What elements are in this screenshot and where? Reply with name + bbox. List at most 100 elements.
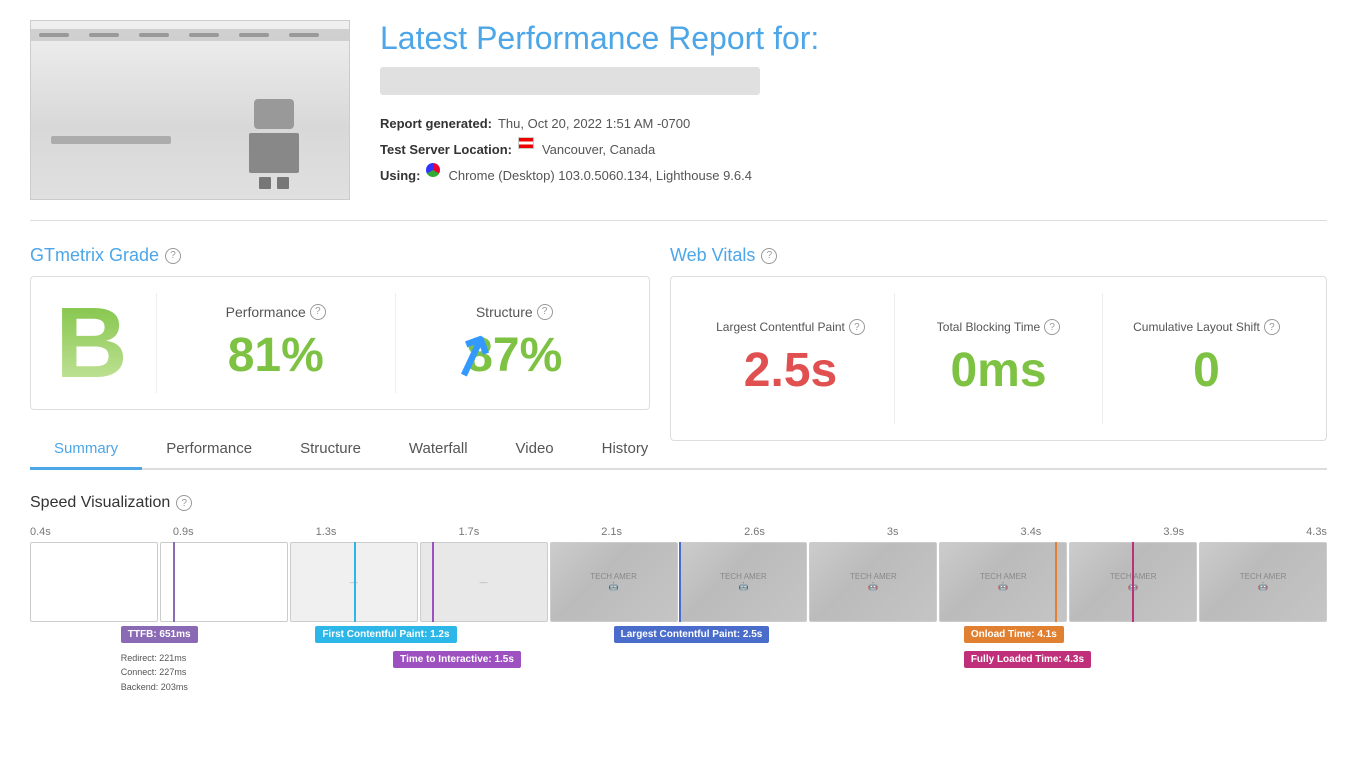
redirect-info: Redirect: 221ms <box>121 651 188 665</box>
tl-6: 3s <box>887 526 899 538</box>
structure-metric: Structure ? 87% <box>395 293 634 393</box>
canada-flag-icon <box>518 137 534 149</box>
site-screenshot <box>30 20 350 200</box>
ttfb-vline <box>173 542 175 622</box>
cls-vital: Cumulative Layout Shift ? 0 <box>1102 293 1310 424</box>
grades-section: GTmetrix Grade ? B Performance ? 81% <box>30 245 1327 410</box>
gtmetrix-grade-help-icon[interactable]: ? <box>165 248 181 264</box>
web-vitals-label: Web Vitals <box>670 245 755 266</box>
speed-viz-help-icon[interactable]: ? <box>176 495 192 511</box>
server-location-label: Test Server Location: <box>380 137 512 163</box>
chrome-icon <box>426 163 440 177</box>
meta-row-generated: Report generated: Thu, Oct 20, 2022 1:51… <box>380 111 1327 137</box>
vitals-card: Largest Contentful Paint ? 2.5s Total Bl… <box>670 276 1327 441</box>
gtmetrix-grade-box: GTmetrix Grade ? B Performance ? 81% <box>30 245 650 410</box>
tl-3: 1.7s <box>458 526 479 538</box>
tab-history[interactable]: History <box>578 430 673 470</box>
tbt-value: 0ms <box>950 343 1046 398</box>
meta-row-using: Using: Chrome (Desktop) 103.0.5060.134, … <box>380 163 1327 189</box>
header-info: Latest Performance Report for: Report ge… <box>380 20 1327 189</box>
tab-waterfall[interactable]: Waterfall <box>385 430 492 470</box>
tab-structure[interactable]: Structure <box>276 430 385 470</box>
grade-metrics: Performance ? 81% Structure ? 87% <box>157 293 633 393</box>
lcp-vital: Largest Contentful Paint ? 2.5s <box>687 293 894 424</box>
fcp-vline <box>354 542 356 622</box>
structure-help-icon[interactable]: ? <box>537 304 553 320</box>
fully-loaded-bar: Fully Loaded Time: 4.3s <box>964 651 1091 668</box>
tl-2: 1.3s <box>316 526 337 538</box>
using-value: Chrome (Desktop) 103.0.5060.134, Lightho… <box>448 163 752 189</box>
onload-vline <box>1055 542 1057 622</box>
tl-9: 4.3s <box>1306 526 1327 538</box>
performance-metric: Performance ? 81% <box>157 293 395 393</box>
page-wrapper: Latest Performance Report for: Report ge… <box>0 0 1357 726</box>
tbt-label: Total Blocking Time ? <box>937 319 1060 335</box>
fully-vline <box>1132 542 1134 622</box>
grade-letter: B <box>55 293 127 393</box>
cls-help-icon[interactable]: ? <box>1264 319 1280 335</box>
frames-and-markers: — — TECH AMER🤖 TECH AMER🤖 TECH AMER🤖 TE <box>30 542 1327 622</box>
lcp-label: Largest Contentful Paint ? <box>716 319 865 335</box>
web-vitals-help-icon[interactable]: ? <box>761 248 777 264</box>
tti-bar: Time to Interactive: 1.5s <box>393 651 521 668</box>
lcp-bar: Largest Contentful Paint: 2.5s <box>614 626 770 643</box>
tab-video[interactable]: Video <box>492 430 578 470</box>
lcp-value: 2.5s <box>744 343 837 398</box>
performance-label: Performance ? <box>226 304 326 320</box>
report-url <box>380 67 760 95</box>
performance-value: 81% <box>228 328 324 383</box>
connect-info: Connect: 227ms <box>121 665 188 679</box>
tabs-section: Summary Performance Structure Waterfall … <box>30 430 1327 470</box>
milestone-bars: TTFB: 651ms Redirect: 221ms Connect: 227… <box>30 626 1327 706</box>
speed-viz-title: Speed Visualization ? <box>30 494 1327 512</box>
tl-8: 3.9s <box>1163 526 1184 538</box>
tbt-help-icon[interactable]: ? <box>1044 319 1060 335</box>
server-location-value: Vancouver, Canada <box>542 137 655 163</box>
web-vitals-title: Web Vitals ? <box>670 245 1327 266</box>
ttfb-bar: TTFB: 651ms <box>121 626 198 643</box>
ttfb-sub-info: Redirect: 221ms Connect: 227ms Backend: … <box>121 651 188 694</box>
gtmetrix-grade-title: GTmetrix Grade ? <box>30 245 650 266</box>
tl-5: 2.6s <box>744 526 765 538</box>
frame-1 <box>30 542 158 622</box>
frame-6: TECH AMER🤖 <box>680 542 808 622</box>
report-title: Latest Performance Report for: <box>380 20 1327 57</box>
header-section: Latest Performance Report for: Report ge… <box>30 20 1327 221</box>
frame-10: TECH AMER🤖 <box>1199 542 1327 622</box>
backend-info: Backend: 203ms <box>121 680 188 694</box>
timeline-labels: 0.4s 0.9s 1.3s 1.7s 2.1s 2.6s 3s 3.4s 3.… <box>30 526 1327 538</box>
tti-vline <box>432 542 434 622</box>
report-generated-label: Report generated: <box>380 111 492 137</box>
cls-label: Cumulative Layout Shift ? <box>1133 319 1280 335</box>
web-vitals-box: Web Vitals ? Largest Contentful Paint ? … <box>670 245 1327 410</box>
tl-4: 2.1s <box>601 526 622 538</box>
meta-row-server: Test Server Location: Vancouver, Canada <box>380 137 1327 163</box>
fcp-bar: First Contentful Paint: 1.2s <box>315 626 456 643</box>
lcp-vline <box>679 542 681 622</box>
grade-card: B Performance ? 81% Structure ? <box>30 276 650 410</box>
frame-7: TECH AMER🤖 <box>809 542 937 622</box>
using-label: Using: <box>380 163 420 189</box>
tbt-vital: Total Blocking Time ? 0ms <box>894 293 1102 424</box>
structure-label: Structure ? <box>476 304 553 320</box>
performance-help-icon[interactable]: ? <box>310 304 326 320</box>
meta-info: Report generated: Thu, Oct 20, 2022 1:51… <box>380 111 1327 189</box>
report-generated-value: Thu, Oct 20, 2022 1:51 AM -0700 <box>498 111 690 137</box>
frame-2 <box>160 542 288 622</box>
tabs-list: Summary Performance Structure Waterfall … <box>30 430 1327 468</box>
tl-0: 0.4s <box>30 526 51 538</box>
tl-7: 3.4s <box>1021 526 1042 538</box>
frame-5: TECH AMER🤖 <box>550 542 678 622</box>
frame-8: TECH AMER🤖 <box>939 542 1067 622</box>
tab-summary[interactable]: Summary <box>30 430 142 470</box>
grade-letter-box: B <box>47 293 157 393</box>
speed-section: Speed Visualization ? 0.4s 0.9s 1.3s 1.7… <box>30 494 1327 706</box>
gtmetrix-grade-label: GTmetrix Grade <box>30 245 159 266</box>
frame-4: — <box>420 542 548 622</box>
tab-performance[interactable]: Performance <box>142 430 276 470</box>
lcp-help-icon[interactable]: ? <box>849 319 865 335</box>
cls-value: 0 <box>1193 343 1220 398</box>
speed-viz-label: Speed Visualization <box>30 494 170 512</box>
onload-bar: Onload Time: 4.1s <box>964 626 1064 643</box>
tl-1: 0.9s <box>173 526 194 538</box>
